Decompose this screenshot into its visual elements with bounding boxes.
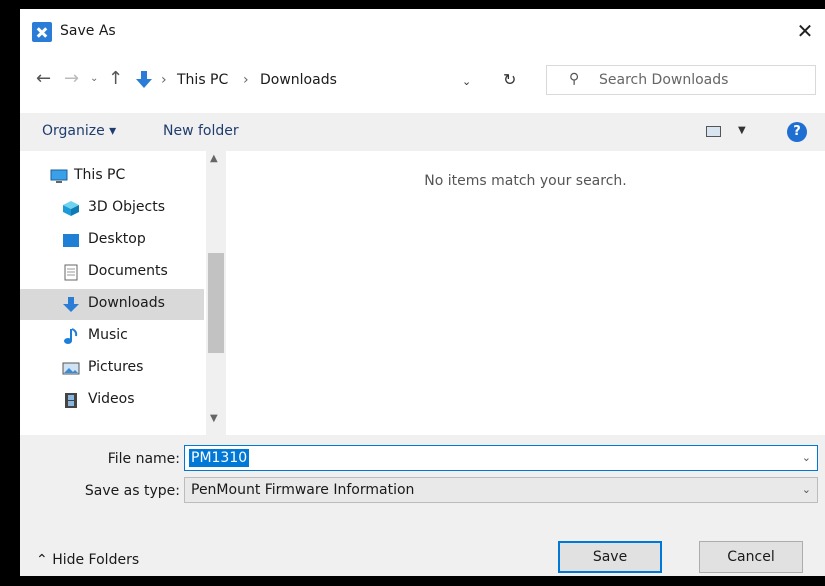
help-icon[interactable]: ? [787,122,807,142]
file-name-value: PM1310 [189,449,250,467]
address-bar[interactable]: › This PC › Downloads ⌄ ↻ [132,65,522,95]
scrollbar-thumb[interactable] [208,253,224,353]
chevron-down-icon[interactable]: ⌄ [802,451,811,464]
search-icon: ⚲ [569,71,580,87]
empty-message: No items match your search. [424,173,627,189]
desktop-icon [63,234,79,247]
forward-button[interactable]: → [64,68,79,89]
sidebar-item-label: Documents [88,263,168,279]
back-button[interactable]: ← [36,68,51,89]
save-type-value: PenMount Firmware Information [191,482,415,498]
save-form: File name: PM1310 ⌄ Save as type: PenMou… [20,435,825,576]
file-list[interactable]: No items match your search. [226,151,825,435]
new-folder-button[interactable]: New folder [163,123,239,139]
view-options-icon[interactable] [706,126,721,137]
sidebar-item-desktop[interactable]: Desktop [20,225,204,256]
cube-icon [63,201,79,216]
save-as-dialog: Save As ✕ ← → ⌄ ↑ › This PC › Downloads … [18,9,825,576]
app-icon [32,22,52,42]
navigation-bar: ← → ⌄ ↑ › This PC › Downloads ⌄ ↻ ⚲ Sear… [20,59,825,101]
sidebar-scrollbar[interactable]: ▲ ▼ [206,151,226,435]
file-name-label: File name: [107,451,180,467]
scroll-up-icon[interactable]: ▲ [210,153,218,164]
sidebar-item-pictures[interactable]: Pictures [20,353,204,384]
sidebar-item-label: Videos [88,391,135,407]
film-icon [65,393,77,408]
breadcrumb-separator: › [243,72,249,88]
chevron-up-icon: ⌃ [36,552,48,568]
download-arrow-icon [136,71,152,88]
music-note-icon [64,328,78,344]
cancel-button[interactable]: Cancel [699,541,803,573]
sidebar-item-downloads[interactable]: Downloads [20,289,204,320]
document-icon [64,264,78,281]
hide-folders-label: Hide Folders [52,552,140,568]
sidebar-item-label: This PC [74,167,126,183]
close-button[interactable]: ✕ [793,19,817,43]
sidebar-item-documents[interactable]: Documents [20,257,204,288]
breadcrumb-separator: › [161,72,167,88]
sidebar-item-this-pc[interactable]: This PC [20,161,204,192]
up-button[interactable]: ↑ [108,68,123,89]
title-bar: Save As ✕ [20,9,825,49]
sidebar-item-label: Desktop [88,231,146,247]
sidebar-item-label: 3D Objects [88,199,166,215]
navigation-pane: This PC 3D Objects Desktop Documents Dow… [20,151,226,435]
breadcrumb-this-pc[interactable]: This PC [177,72,228,88]
sidebar-item-label: Music [88,327,128,343]
search-placeholder: Search Downloads [599,72,729,88]
sidebar-item-label: Downloads [88,295,165,311]
hide-folders-button[interactable]: ⌃ Hide Folders [36,552,139,568]
command-bar: Organize ▾ New folder ▼ ? [20,113,825,151]
chevron-down-icon[interactable]: ⌄ [802,483,811,496]
sidebar-item-music[interactable]: Music [20,321,204,352]
save-button[interactable]: Save [558,541,662,573]
file-name-field[interactable]: PM1310 ⌄ [184,445,818,471]
window-title: Save As [60,23,116,39]
breadcrumb-downloads[interactable]: Downloads [260,72,337,88]
download-arrow-icon [63,297,79,312]
save-type-label: Save as type: [84,483,180,499]
sidebar-item-label: Pictures [88,359,144,375]
chevron-down-icon[interactable]: ⌄ [462,75,471,88]
chevron-down-icon[interactable]: ▼ [738,125,746,136]
sidebar-item-3d-objects[interactable]: 3D Objects [20,193,204,224]
organize-button[interactable]: Organize ▾ [42,123,116,139]
scroll-down-icon[interactable]: ▼ [210,413,218,424]
save-type-select[interactable]: PenMount Firmware Information ⌄ [184,477,818,503]
picture-icon [62,362,80,375]
search-input[interactable]: ⚲ Search Downloads [546,65,816,95]
refresh-button[interactable]: ↻ [503,70,516,89]
sidebar-item-videos[interactable]: Videos [20,385,204,416]
recent-locations-button[interactable]: ⌄ [90,73,98,84]
monitor-icon [50,169,68,183]
